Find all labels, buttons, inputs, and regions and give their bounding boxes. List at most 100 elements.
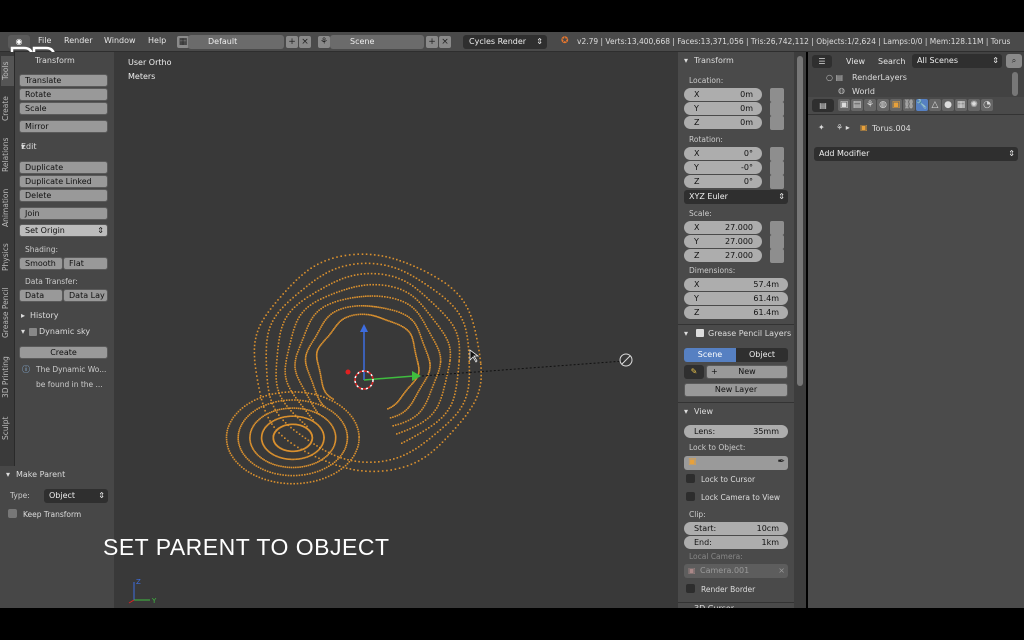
editor-type-icon[interactable]: ☰ xyxy=(812,55,832,68)
tab-relations[interactable]: Relations xyxy=(1,132,14,178)
local-camera-field[interactable]: ▣ Camera.001 × xyxy=(684,564,788,578)
add-modifier-select[interactable]: Add Modifier ⇕ xyxy=(814,147,1018,161)
tab-grease-pencil[interactable]: Grease Pencil xyxy=(1,282,14,344)
display-filter-select[interactable]: All Scenes ⇕ xyxy=(912,54,1002,68)
properties-scrollbar[interactable] xyxy=(794,52,806,608)
modifier-wrench-icon[interactable]: 🔧 xyxy=(916,99,928,111)
world-tab-icon[interactable]: ◍ xyxy=(877,99,889,111)
clip-end-field[interactable]: End: 1km xyxy=(684,536,788,549)
rotation-y-field[interactable]: Y -0° xyxy=(684,161,762,174)
tab-3d-printing[interactable]: 3D Printing xyxy=(1,350,14,404)
menu-render[interactable]: Render xyxy=(64,36,92,45)
lock-icon[interactable] xyxy=(770,147,784,161)
lock-cursor-checkbox[interactable] xyxy=(686,474,695,483)
view-header[interactable]: View xyxy=(694,407,713,416)
delete-button[interactable]: Delete xyxy=(19,189,108,202)
search-icon[interactable]: ⌕ xyxy=(1006,54,1022,68)
history-header[interactable]: History xyxy=(30,311,58,320)
rotation-mode-select[interactable]: XYZ Euler ⇕ xyxy=(684,190,788,204)
outliner-view-menu[interactable]: View xyxy=(846,57,865,66)
lock-icon[interactable] xyxy=(770,88,784,102)
outliner-item-world[interactable]: World xyxy=(852,87,875,95)
next-panel-header[interactable]: 3D Cursor xyxy=(694,604,734,608)
data-button[interactable]: Data xyxy=(19,289,63,302)
scrollbar-thumb[interactable] xyxy=(797,56,803,386)
menu-help[interactable]: Help xyxy=(148,36,166,45)
duplicate-linked-button[interactable]: Duplicate Linked xyxy=(19,175,108,188)
clip-start-field[interactable]: Start: 10cm xyxy=(684,522,788,535)
mirror-button[interactable]: Mirror xyxy=(19,120,108,133)
render-layers-tab-icon[interactable]: ▤ xyxy=(851,99,863,111)
editor-type-icon[interactable]: ▤ xyxy=(812,99,834,112)
checkbox-icon[interactable] xyxy=(29,328,37,336)
lock-camera-checkbox[interactable] xyxy=(686,492,695,501)
layout-remove-button[interactable]: × xyxy=(299,36,311,48)
texture-tab-icon[interactable]: ▦ xyxy=(955,99,967,111)
tab-animation[interactable]: Animation xyxy=(1,184,14,232)
scene-icon[interactable]: ⚘ xyxy=(318,36,330,48)
material-tab-icon[interactable]: ● xyxy=(942,99,954,111)
rotate-button[interactable]: Rotate xyxy=(19,88,108,101)
data-lay-button[interactable]: Data Lay xyxy=(63,289,108,302)
tab-sculpt[interactable]: Sculpt xyxy=(1,410,14,446)
scale-x-field[interactable]: X 27.000 xyxy=(684,221,762,234)
data-tab-icon[interactable]: △ xyxy=(929,99,941,111)
grease-pencil-header[interactable]: Grease Pencil Layers xyxy=(708,329,794,338)
lock-icon[interactable] xyxy=(770,116,784,130)
np-transform-header[interactable]: Transform xyxy=(694,56,734,65)
location-z-field[interactable]: Z 0m xyxy=(684,116,762,129)
tab-create[interactable]: Create xyxy=(1,92,14,126)
create-button[interactable]: Create xyxy=(19,346,108,359)
make-parent-header[interactable]: Make Parent xyxy=(16,470,65,479)
3d-viewport[interactable]: User Ortho Meters SET PARENT TO OBJECT Z… xyxy=(103,52,678,608)
new-layer-button[interactable]: New Layer xyxy=(684,383,788,397)
dimension-x-field[interactable]: X 57.4m xyxy=(684,278,788,291)
outliner-search-menu[interactable]: Search xyxy=(878,57,905,66)
particles-tab-icon[interactable]: ✺ xyxy=(968,99,980,111)
constraints-tab-icon[interactable]: ⛓ xyxy=(903,99,915,111)
lock-object-field[interactable]: ▣ ✒ xyxy=(684,456,788,470)
menu-window[interactable]: Window xyxy=(104,36,136,45)
tab-physics[interactable]: Physics xyxy=(1,238,14,276)
gp-object-toggle[interactable]: Object xyxy=(736,348,788,362)
dynamic-sky-header[interactable]: Dynamic sky xyxy=(39,327,90,336)
rotation-x-field[interactable]: X 0° xyxy=(684,147,762,160)
scale-z-field[interactable]: Z 27.000 xyxy=(684,249,762,262)
location-y-field[interactable]: Y 0m xyxy=(684,102,762,115)
lens-field[interactable]: Lens: 35mm xyxy=(684,425,788,438)
join-button[interactable]: Join xyxy=(19,207,108,220)
flat-button[interactable]: Flat xyxy=(63,257,108,270)
type-select[interactable]: Object ⇕ xyxy=(44,489,108,503)
location-x-field[interactable]: X 0m xyxy=(684,88,762,101)
smooth-button[interactable]: Smooth xyxy=(19,257,63,270)
lock-icon[interactable] xyxy=(770,175,784,189)
object-tab-icon[interactable]: ▣ xyxy=(890,99,902,111)
lock-icon[interactable] xyxy=(770,235,784,249)
camera-tab-icon[interactable]: ▣ xyxy=(838,99,850,111)
transform-gizmo[interactable] xyxy=(114,52,678,608)
lock-icon[interactable] xyxy=(770,221,784,235)
lock-icon[interactable] xyxy=(770,249,784,263)
gp-new-button[interactable]: + New xyxy=(706,365,788,379)
scene-field[interactable]: Scene xyxy=(330,35,424,49)
duplicate-button[interactable]: Duplicate xyxy=(19,161,108,174)
physics-tab-icon[interactable]: ◔ xyxy=(981,99,993,111)
layout-field[interactable]: Default xyxy=(188,35,284,49)
gp-pencil-select[interactable]: ✎ xyxy=(684,365,704,379)
rotation-z-field[interactable]: Z 0° xyxy=(684,175,762,188)
close-icon[interactable]: × xyxy=(778,564,785,578)
pin-icon[interactable]: ✦ xyxy=(818,123,825,132)
scene-tab-icon[interactable]: ⚘ xyxy=(864,99,876,111)
gp-scene-toggle[interactable]: Scene xyxy=(684,348,736,362)
set-origin-select[interactable]: Set Origin ⇕ xyxy=(19,224,108,237)
outliner-item-renderlayers[interactable]: RenderLayers xyxy=(852,73,907,82)
gp-checkbox[interactable] xyxy=(696,329,704,337)
tab-tools[interactable]: Tools xyxy=(1,56,14,86)
lock-icon[interactable] xyxy=(770,102,784,116)
scale-y-field[interactable]: Y 27.000 xyxy=(684,235,762,248)
scene-add-button[interactable]: + xyxy=(426,36,438,48)
transform-header[interactable]: Transform xyxy=(35,56,75,65)
scale-button[interactable]: Scale xyxy=(19,102,108,115)
outliner-scrollbar[interactable] xyxy=(1012,72,1018,96)
engine-select[interactable]: Cycles Render ⇕ xyxy=(463,35,547,49)
